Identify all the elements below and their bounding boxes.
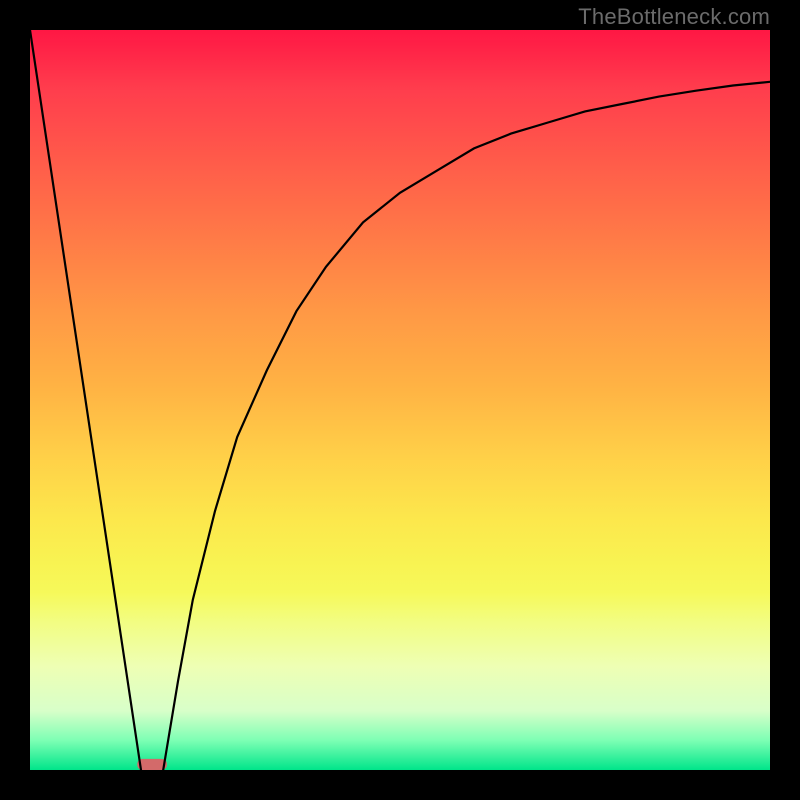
curve-left-line (30, 30, 141, 770)
chart-frame: TheBottleneck.com (0, 0, 800, 800)
chart-svg (30, 30, 770, 770)
plot-area (30, 30, 770, 770)
watermark-text: TheBottleneck.com (578, 4, 770, 30)
curve-right-line (163, 82, 770, 770)
